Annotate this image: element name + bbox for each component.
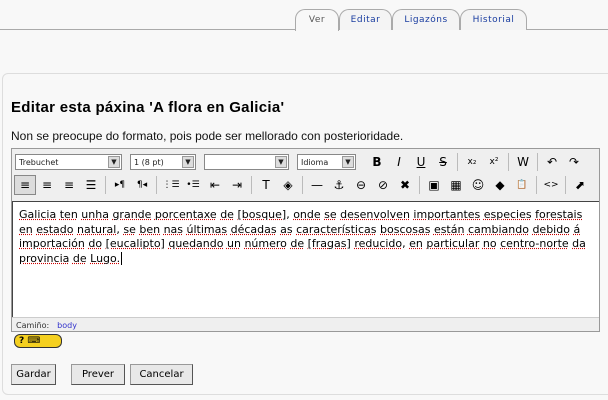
rich-text-editor: Trebuchet ▼ 1 (8 pt) ▼ ▼ Idioma ▼ B I U Sx₂ x² W… [11, 148, 600, 332]
horizontal-rule-icon[interactable]: — [306, 175, 328, 195]
text-cursor [121, 251, 123, 265]
align-center-icon[interactable]: ≡ [36, 175, 58, 195]
toolbar-separator [536, 176, 537, 194]
language-select[interactable]: Idioma ▼ [297, 154, 356, 170]
tab-ligazons[interactable]: Ligazóns [392, 9, 460, 30]
chevron-down-icon: ▼ [182, 156, 194, 168]
chevron-down-icon: ▼ [342, 156, 354, 168]
editor-content[interactable]: Galicia ten unha grande porcentaxe de [b… [12, 201, 599, 317]
tab-bar: Ver Editar Ligazóns Historial [0, 0, 608, 31]
toolbar-separator [537, 153, 538, 171]
language-value: Idioma [301, 157, 329, 167]
toolbar-separator [302, 176, 303, 194]
table-icon[interactable]: ▦ [445, 175, 467, 195]
toolbar-separator [105, 176, 106, 194]
toolbar-separator [251, 176, 252, 194]
cancel-button[interactable]: Cancelar [130, 364, 193, 385]
bold-icon[interactable]: B [366, 152, 388, 172]
save-button[interactable]: Gardar [11, 364, 56, 385]
redo-icon[interactable]: ↷ [563, 152, 585, 172]
html-source-icon[interactable]: <> [540, 175, 562, 195]
ordered-list-icon[interactable]: ⋮☰ [160, 175, 182, 195]
size-value: 1 (8 pt) [134, 157, 164, 167]
toolbar-separator [565, 176, 566, 194]
preview-button[interactable]: Prever [71, 364, 125, 385]
size-select[interactable]: 1 (8 pt) ▼ [130, 154, 196, 170]
text-color-icon[interactable]: T [255, 175, 277, 195]
unordered-list-icon[interactable]: •☰ [182, 175, 204, 195]
path-label: Camiño: [16, 321, 50, 330]
toolbar-row-2: ≡ ≡ ≡ ☰ ▸¶ ¶◂ ⋮☰ •☰ ⇤ ⇥ T ◈ — ⚓ ⊖ ⊘ ✖ ▣ ▦ ☺ ◆ 📋 <> ⬈ [14, 174, 591, 196]
rtl-icon[interactable]: ¶◂ [131, 175, 153, 195]
font-select[interactable]: Trebuchet ▼ [15, 154, 122, 170]
editor-text: Galicia ten unha grande porcentaxe de [b… [19, 208, 586, 265]
toolbar-separator [457, 153, 458, 171]
ltr-icon[interactable]: ▸¶ [109, 175, 131, 195]
chevron-down-icon: ▼ [108, 156, 120, 168]
paste-icon[interactable]: 📋 [511, 175, 533, 195]
italic-icon[interactable]: I [388, 152, 410, 172]
toolbar-separator [508, 153, 509, 171]
align-left-icon[interactable]: ≡ [14, 175, 36, 195]
status-path: Camiño: body [12, 317, 599, 332]
toolbar-row-1: Trebuchet ▼ 1 (8 pt) ▼ ▼ Idioma ▼ B I U Sx₂ x² W… [14, 151, 585, 173]
underline-icon[interactable]: U [410, 152, 432, 172]
link-icon[interactable]: ⊖ [350, 175, 372, 195]
unlink-icon[interactable]: ⊘ [372, 175, 394, 195]
tab-editar[interactable]: Editar [339, 9, 392, 30]
anchor-icon[interactable]: ⚓ [328, 175, 350, 195]
indent-icon[interactable]: ⇥ [226, 175, 248, 195]
undo-icon[interactable]: ↶ [541, 152, 563, 172]
subscript-icon[interactable]: x₂ [461, 152, 483, 172]
smiley-icon[interactable]: ☺ [467, 175, 489, 195]
toolbar-separator [156, 176, 157, 194]
paste-word-icon[interactable]: W [512, 152, 534, 172]
page-title: Editar esta páxina 'A flora en Galicia' [11, 99, 285, 116]
justify-icon[interactable]: ☰ [80, 175, 102, 195]
superscript-icon[interactable]: x² [483, 152, 505, 172]
font-value: Trebuchet [19, 157, 59, 167]
align-right-icon[interactable]: ≡ [58, 175, 80, 195]
outdent-icon[interactable]: ⇤ [204, 175, 226, 195]
fullscreen-icon[interactable]: ⬈ [569, 175, 591, 195]
edit-hint: Non se preocupe do formato, pois pode se… [11, 129, 404, 143]
image-icon[interactable]: ▣ [423, 175, 445, 195]
background-color-icon[interactable]: ◈ [277, 175, 299, 195]
tab-historial[interactable]: Historial [460, 9, 527, 30]
special-char-icon[interactable]: ◆ [489, 175, 511, 195]
tab-ver[interactable]: Ver [295, 9, 339, 31]
help-icon: ? [19, 336, 25, 346]
chevron-down-icon: ▼ [275, 156, 287, 168]
path-body-link[interactable]: body [57, 321, 77, 330]
format-select[interactable]: ▼ [204, 154, 289, 170]
toolbar-separator [419, 176, 420, 194]
help-keyboard-button[interactable]: ? ⌨ [14, 334, 62, 348]
strikethrough-icon[interactable]: S [432, 152, 454, 172]
nolink-icon[interactable]: ✖ [394, 175, 416, 195]
keyboard-icon: ⌨ [27, 336, 41, 346]
